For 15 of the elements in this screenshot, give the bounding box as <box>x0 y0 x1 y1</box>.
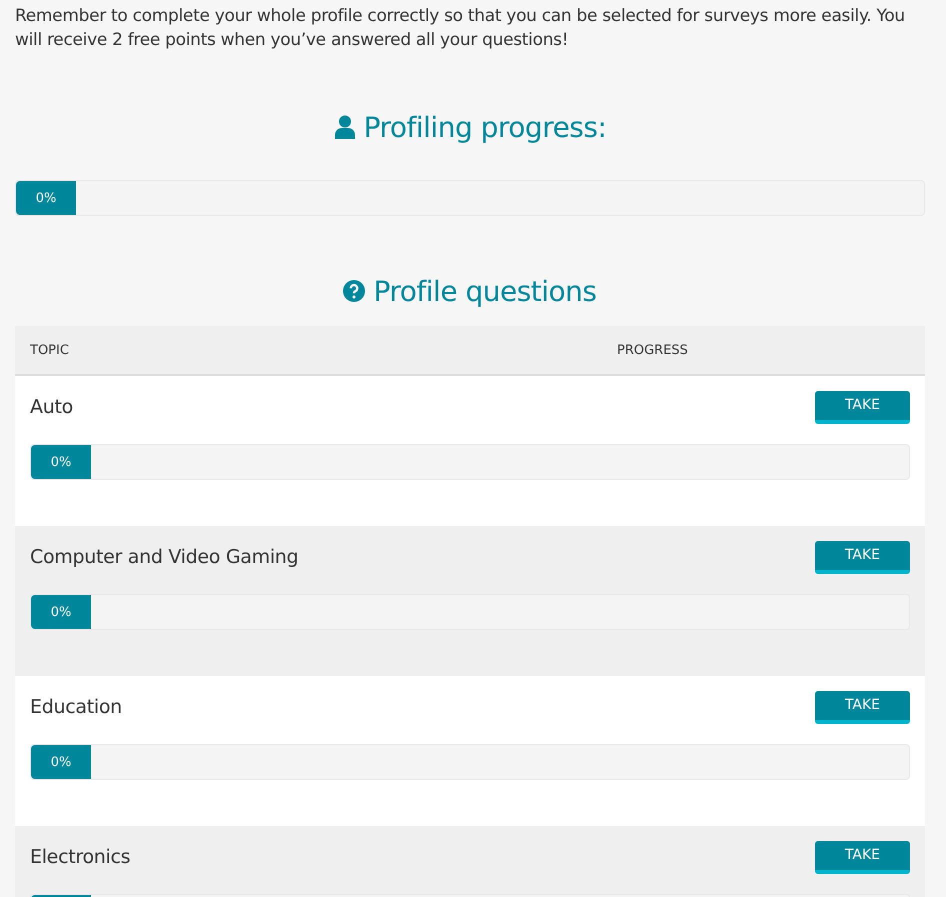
column-header: TOPIC <box>29 342 70 358</box>
take-button[interactable]: TAKE <box>815 690 910 724</box>
intro-text: Remember to complete your whole profile correctly so that you can be selected for surveys more easily. You will receive 2 free points when you’ve answered all your questions! <box>15 5 906 52</box>
section-heading: Profile questions <box>373 274 597 308</box>
topic-label: Education <box>30 696 122 718</box>
help-icon <box>343 279 366 303</box>
column-header: PROGRESS <box>617 342 688 358</box>
take-button[interactable]: TAKE <box>815 390 910 424</box>
section-heading: Profiling progress: <box>364 110 606 144</box>
topic-label: Computer and Video Gaming <box>30 546 298 568</box>
person-icon <box>334 115 356 139</box>
topic-label: Electronics <box>30 846 130 868</box>
topic-label: Auto <box>30 396 73 418</box>
take-button[interactable]: TAKE <box>815 540 910 574</box>
take-button[interactable]: TAKE <box>815 840 910 874</box>
